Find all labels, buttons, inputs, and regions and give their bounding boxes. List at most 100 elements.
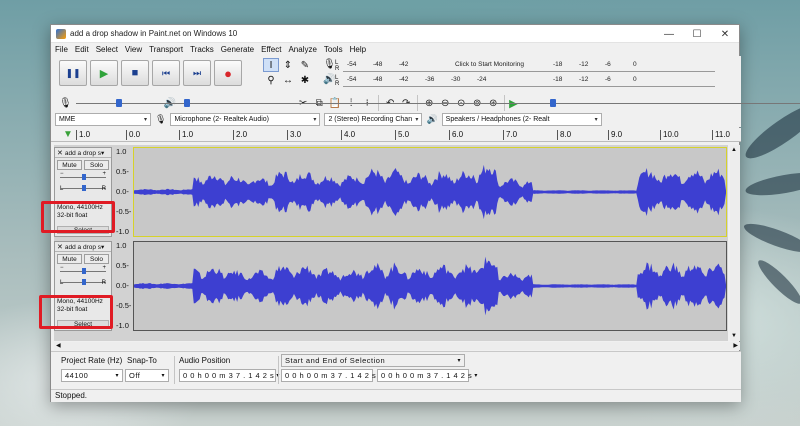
track-pan-slider[interactable]: L R [60,184,106,192]
selection-tool-icon[interactable]: I [263,58,279,72]
snap-to-select[interactable]: Off ▾ [125,369,169,382]
solo-button[interactable]: Solo [84,160,109,170]
audio-position-field[interactable]: 0 0 h 0 0 m 3 7 . 1 4 2 s▾ [179,369,279,382]
pan-left-label: L [60,186,64,192]
status-bar: Stopped. [51,389,741,402]
zoom-tool-icon[interactable]: ⚲ [263,74,279,88]
draw-tool-icon[interactable]: ✎ [297,58,313,72]
chevron-down-icon: ▾ [143,116,147,123]
format-info-highlight [39,295,113,329]
ruler-tick: 0.0 [125,130,141,140]
playback-meter[interactable]: 🔊 LR -54 -48 -42 -36 -30 -24 -18 -12 -6 … [323,73,723,88]
project-rate-select[interactable]: 44100 ▾ [61,369,123,382]
scroll-down-icon[interactable]: ▼ [731,333,737,339]
ruler-tick: 9.0 [607,130,623,140]
playback-meter-tick: -36 [425,75,435,83]
flower-decoration [741,218,800,258]
pan-left-label: L [60,280,64,286]
ruler-tick: 11.0 [712,130,730,140]
maximize-button[interactable]: ☐ [683,25,711,43]
record-meter-tick: -54 [347,60,357,68]
track-gain-slider[interactable]: − + [60,265,106,275]
record-meter[interactable]: 🎙 LR -54 -48 -42 Click to Start Monitori… [323,58,723,73]
play-button[interactable]: ▶ [90,60,118,86]
scroll-up-icon[interactable]: ▲ [731,147,737,153]
close-button[interactable]: ✕ [711,25,739,43]
minimize-button[interactable]: — [655,25,683,43]
waveform-shape [134,256,726,316]
scroll-right-icon[interactable]: ▶ [733,342,738,349]
menu-view[interactable]: View [125,45,142,54]
ruler-tick: 10.0 [660,130,679,140]
playback-volume-slider[interactable] [180,98,800,108]
menu-effect[interactable]: Effect [261,45,281,54]
chevron-down-icon: ▾ [457,358,461,364]
track-name-menu[interactable]: add a drop s▾ [65,243,104,251]
amplitude-tick: -0.5- [116,301,132,310]
record-meter-tick: -12 [579,60,589,68]
track-name-menu[interactable]: add a drop s▾ [65,149,104,157]
recording-device-select[interactable]: Microphone (2- Realtek Audio) ▾ [170,112,321,126]
recording-volume-slider[interactable] [75,98,750,108]
status-text: Stopped. [55,391,88,400]
playback-device-select[interactable]: Speakers / Headphones (2- Realt ▾ [441,112,602,126]
recording-channels-select[interactable]: 2 (Stereo) Recording Chan ▾ [324,112,423,126]
pan-right-label: R [101,280,106,286]
close-track-icon[interactable]: ✕ [57,149,63,157]
skip-end-icon: ⏭ [192,67,202,78]
menu-help[interactable]: Help [350,45,366,54]
title-bar[interactable]: add a drop shadow in Paint.net on Window… [51,25,739,43]
track-pan-slider[interactable]: L R [60,278,106,286]
chevron-down-icon: ▾ [115,373,119,379]
pan-right-label: R [101,186,106,192]
timeline-ruler[interactable]: ▼ 1.0 0.0 1.0 2.0 3.0 4.0 5.0 6.0 7.0 8.… [51,128,741,142]
skip-to-start-button[interactable]: ⏮ [152,60,180,86]
amplitude-tick: -0.5- [116,207,132,216]
ruler-tick: 8.0 [556,130,572,140]
selection-mode-select[interactable]: Start and End of Selection ▾ [281,354,465,367]
skip-to-end-button[interactable]: ⏭ [183,60,211,86]
menu-tracks[interactable]: Tracks [190,45,214,54]
chevron-down-icon: ▾ [474,373,478,379]
menu-edit[interactable]: Edit [75,45,89,54]
vertical-scrollbar[interactable]: ▲ ▼ [730,145,740,341]
waveform-area[interactable] [133,147,727,237]
envelope-tool-icon[interactable]: ⇕ [280,58,296,72]
menu-transport[interactable]: Transport [149,45,183,54]
horizontal-scrollbar[interactable]: ◀ ▶ [54,342,740,350]
menu-select[interactable]: Select [96,45,118,54]
microphone-icon: 🎙 [323,59,336,70]
selection-end-field[interactable]: 0 0 h 0 0 m 3 7 . 1 4 2 s ▾ [377,369,477,382]
recording-device-value: Microphone (2- Realtek Audio) [174,115,269,123]
menu-generate[interactable]: Generate [221,45,254,54]
playback-meter-tick: -6 [605,75,611,83]
transport-toolbar: ❚❚ ▶ ■ ⏮ ⏭ ● [59,58,255,88]
mute-button[interactable]: Mute [57,254,82,264]
track-gain-slider[interactable]: − + [60,171,106,181]
ruler-tick: 2.0 [232,130,248,140]
record-icon: ● [224,65,232,81]
selection-start-field[interactable]: 0 0 h 0 0 m 3 7 . 1 4 2 s▾ [281,369,381,382]
ruler-tick: 3.0 [286,130,302,140]
timeshift-tool-icon[interactable]: ↔ [280,74,296,88]
waveform-area[interactable] [133,241,727,331]
chevron-down-icon: ▾ [415,116,419,123]
record-button[interactable]: ● [214,60,242,86]
selection-start-value: 0 0 h 0 0 m 3 7 . 1 4 2 s [285,371,377,380]
audio-host-select[interactable]: MME ▾ [55,112,151,126]
menu-tools[interactable]: Tools [324,45,343,54]
close-track-icon[interactable]: ✕ [57,243,63,251]
menu-file[interactable]: File [55,45,68,54]
solo-button[interactable]: Solo [84,254,109,264]
pause-button[interactable]: ❚❚ [59,60,87,86]
stop-button[interactable]: ■ [121,60,149,86]
play-icon: ▶ [99,67,109,80]
menu-analyze[interactable]: Analyze [288,45,316,54]
multi-tool-icon[interactable]: ✱ [297,74,313,88]
project-rate-value: 44100 [65,371,89,380]
playback-meter-tick: -18 [553,75,563,83]
mute-button[interactable]: Mute [57,160,82,170]
play-at-speed-slider[interactable] [521,98,800,108]
start-monitoring-text[interactable]: Click to Start Monitoring [453,60,526,68]
scroll-left-icon[interactable]: ◀ [56,342,61,349]
